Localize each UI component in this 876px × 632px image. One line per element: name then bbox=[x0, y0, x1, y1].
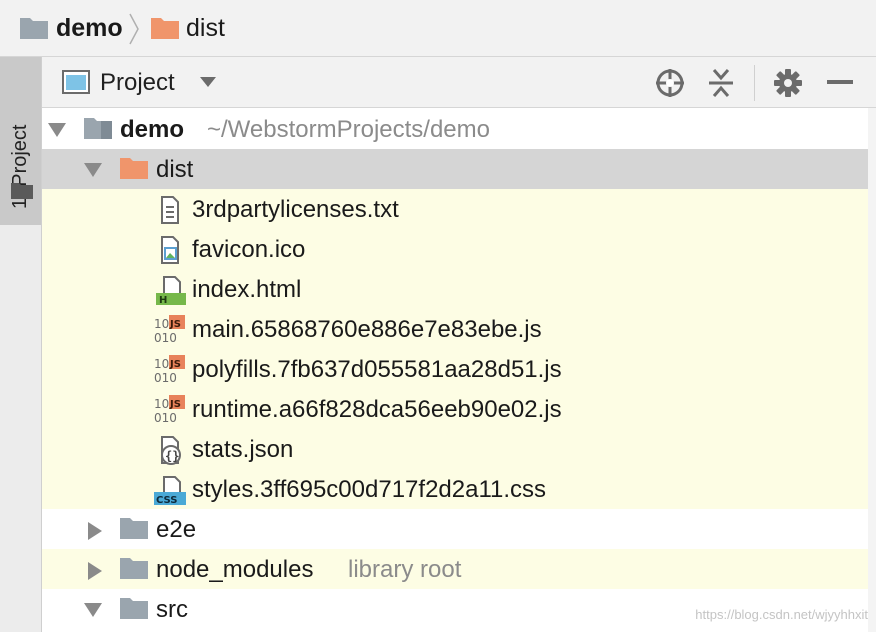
breadcrumb-separator-icon bbox=[129, 13, 139, 45]
folder-icon bbox=[120, 518, 148, 539]
breadcrumb-dist[interactable]: dist bbox=[186, 0, 225, 56]
library-root-note: library root bbox=[348, 556, 462, 583]
minimize-icon[interactable] bbox=[827, 79, 853, 85]
svg-text:10: 10 bbox=[154, 317, 169, 331]
toolbar-divider bbox=[754, 65, 755, 101]
svg-text:010: 010 bbox=[154, 411, 177, 425]
project-path: ~/WebstormProjects/demo bbox=[207, 116, 490, 143]
file-name: styles.3ff695c00d717f2d2a11.css bbox=[192, 476, 547, 503]
js-binary-file-icon: 10 010 JS bbox=[154, 395, 185, 425]
svg-text:010: 010 bbox=[154, 371, 177, 385]
svg-text:10: 10 bbox=[154, 397, 169, 411]
folder-name: node_modules bbox=[156, 556, 314, 583]
tree-scrollbar[interactable] bbox=[868, 108, 876, 632]
watermark: https://blog.csdn.net/wjyyhhxit bbox=[695, 607, 868, 622]
tree-file-row[interactable]: H index.html bbox=[42, 269, 868, 309]
file-name: runtime.a66f828dca56eeb90e02.js bbox=[192, 396, 562, 423]
tree-file-row[interactable]: {} stats.json bbox=[42, 429, 868, 469]
svg-text:JS: JS bbox=[169, 319, 181, 330]
image-file-icon bbox=[161, 236, 179, 264]
project-folder-icon bbox=[84, 118, 112, 139]
folder-icon bbox=[20, 18, 48, 39]
svg-text:H: H bbox=[159, 295, 167, 305]
file-name: stats.json bbox=[192, 436, 294, 463]
folder-name: dist bbox=[156, 156, 194, 183]
js-binary-file-icon: 10 010 JS bbox=[154, 315, 185, 345]
folder-icon bbox=[11, 183, 33, 199]
collapse-arrow-icon[interactable] bbox=[88, 522, 102, 540]
css-file-icon: CSS bbox=[154, 476, 186, 505]
project-tree: demo ~/WebstormProjects/demo dist 3rdpar… bbox=[42, 108, 868, 632]
folder-icon bbox=[120, 598, 148, 619]
project-tool-tab[interactable]: 1: Project bbox=[0, 57, 41, 225]
file-name: main.65868760e886e7e83ebe.js bbox=[192, 316, 542, 343]
target-icon[interactable] bbox=[655, 68, 685, 98]
expand-arrow-icon[interactable] bbox=[84, 603, 102, 617]
tree-node-e2e[interactable]: e2e bbox=[42, 509, 868, 549]
file-name: favicon.ico bbox=[192, 236, 306, 263]
gear-icon[interactable] bbox=[774, 69, 802, 97]
svg-text:010: 010 bbox=[154, 331, 177, 345]
breadcrumb-demo[interactable]: demo bbox=[56, 0, 123, 56]
file-name: 3rdpartylicenses.txt bbox=[192, 196, 399, 223]
folder-icon bbox=[120, 158, 148, 179]
folder-icon bbox=[120, 558, 148, 579]
file-name: polyfills.7fb637d055581aa28d51.js bbox=[192, 356, 562, 383]
chevron-down-icon[interactable] bbox=[200, 76, 216, 88]
file-name: index.html bbox=[192, 276, 302, 303]
project-name: demo bbox=[120, 116, 185, 143]
tree-file-row[interactable]: 3rdpartylicenses.txt bbox=[42, 189, 868, 229]
project-view-header: Project bbox=[42, 57, 876, 108]
tree-file-row[interactable]: 10 010 JS runtime.a66f828dca56eeb90e02.j… bbox=[42, 389, 868, 429]
svg-text:JS: JS bbox=[169, 359, 181, 370]
folder-icon bbox=[151, 18, 179, 39]
html-file-icon: H bbox=[156, 276, 186, 305]
tree-node-demo[interactable]: demo ~/WebstormProjects/demo bbox=[42, 109, 868, 149]
collapse-arrow-icon[interactable] bbox=[88, 562, 102, 580]
project-view-icon bbox=[62, 70, 90, 94]
text-file-icon bbox=[161, 196, 179, 224]
svg-text:JS: JS bbox=[169, 399, 181, 410]
view-title[interactable]: Project bbox=[100, 57, 175, 107]
tree-node-dist[interactable]: dist bbox=[42, 149, 868, 189]
tree-file-row[interactable]: favicon.ico bbox=[42, 229, 868, 269]
tree-file-row[interactable]: 10 010 JS polyfills.7fb637d055581aa28d51… bbox=[42, 349, 868, 389]
collapse-all-icon[interactable] bbox=[708, 68, 734, 98]
tree-file-row[interactable]: 10 010 JS main.65868760e886e7e83ebe.js bbox=[42, 309, 868, 349]
tree-node-node-modules[interactable]: node_modules library root bbox=[42, 549, 868, 589]
tree-file-row[interactable]: CSS styles.3ff695c00d717f2d2a11.css bbox=[42, 469, 868, 509]
tool-window-strip: 1: Project bbox=[0, 57, 42, 632]
svg-text:10: 10 bbox=[154, 357, 169, 371]
json-file-icon: {} bbox=[161, 436, 181, 465]
svg-text:{}: {} bbox=[165, 449, 179, 463]
expand-arrow-icon[interactable] bbox=[84, 163, 102, 177]
js-binary-file-icon: 10 010 JS bbox=[154, 355, 185, 385]
expand-arrow-icon[interactable] bbox=[48, 123, 66, 137]
folder-name: e2e bbox=[156, 516, 197, 543]
folder-name: src bbox=[156, 596, 188, 623]
svg-text:CSS: CSS bbox=[156, 495, 177, 505]
navigation-breadcrumb: demo dist bbox=[0, 0, 876, 57]
